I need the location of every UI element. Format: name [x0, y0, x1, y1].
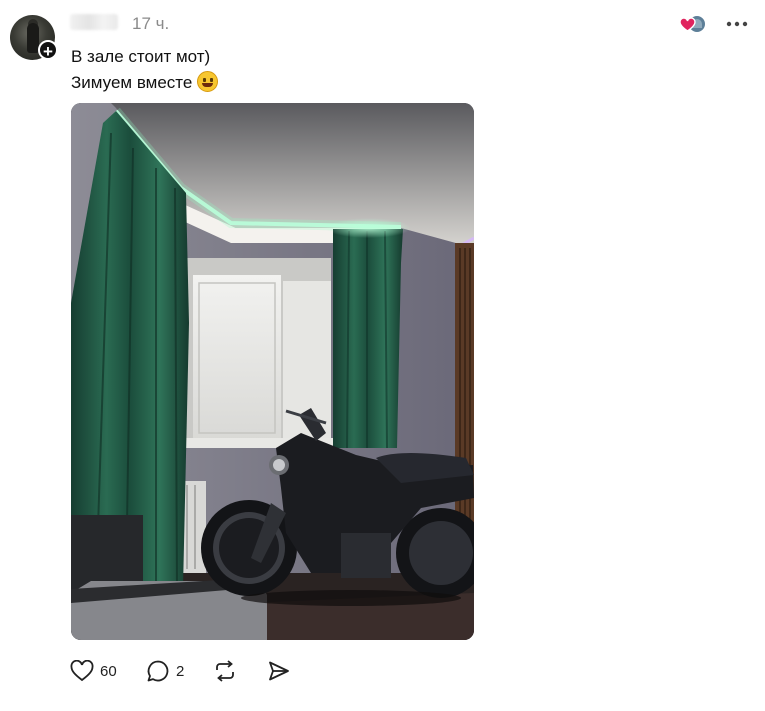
repost-button[interactable] [212, 658, 238, 684]
more-icon[interactable] [724, 14, 750, 34]
comment-icon [147, 660, 169, 682]
comment-count: 2 [176, 662, 185, 680]
follow-plus-icon[interactable]: + [38, 40, 58, 61]
post-text-line-1: В зале стоит мот) [71, 47, 211, 66]
comment-button[interactable]: 2 [146, 658, 184, 684]
post-time: 17 ч. [132, 14, 170, 33]
share-button[interactable] [267, 658, 291, 684]
username-redacted[interactable] [70, 14, 118, 30]
repost-icon [216, 660, 234, 682]
post-photo[interactable] [71, 103, 474, 640]
author-avatar[interactable]: + [10, 15, 58, 63]
liked-by-icon[interactable] [678, 14, 706, 34]
post: + 17 ч. В зале стоит мот) Зимуем вместе [0, 0, 765, 711]
post-text-line-2: Зимуем вместе [71, 73, 193, 92]
post-text: В зале стоит мот) Зимуем вместе [71, 44, 219, 96]
like-button[interactable]: 60 [70, 658, 117, 684]
grinning-face-emoji [197, 71, 219, 92]
like-count: 60 [100, 662, 117, 680]
share-icon [269, 661, 289, 681]
motorcycle-room-photo [71, 103, 474, 640]
heart-icon [70, 660, 94, 682]
